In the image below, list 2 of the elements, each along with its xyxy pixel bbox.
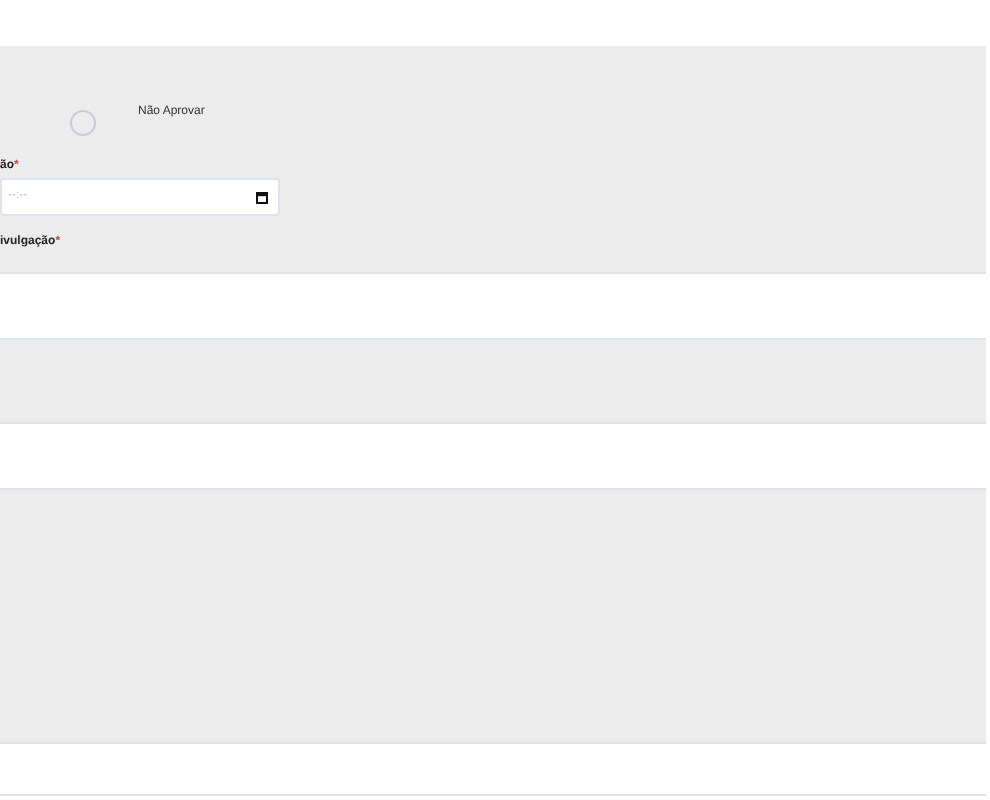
radio-button[interactable]: [70, 110, 96, 136]
calendar-icon[interactable]: [256, 191, 268, 203]
